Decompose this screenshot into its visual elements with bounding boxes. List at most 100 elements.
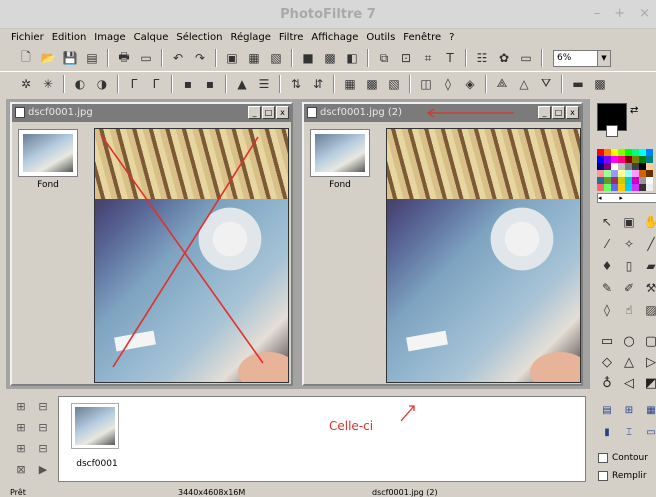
redo-icon[interactable]: ↷ bbox=[189, 48, 211, 68]
palette-swatch[interactable] bbox=[618, 149, 625, 156]
palette-swatch[interactable] bbox=[597, 170, 604, 177]
blur-drop-icon[interactable]: ◊ bbox=[596, 299, 618, 321]
sharpen-icon[interactable]: ▧ bbox=[383, 74, 405, 94]
auto-brightness-icon[interactable]: ⇅ bbox=[285, 74, 307, 94]
swap-colors-icon[interactable]: ⇄ bbox=[630, 105, 638, 116]
palette-swatch[interactable] bbox=[646, 177, 653, 184]
rounded-rect-icon[interactable]: ▢ bbox=[640, 331, 656, 352]
polygon-icon[interactable]: ◁ bbox=[618, 373, 640, 394]
folder-refresh-icon[interactable]: ⊟ bbox=[32, 438, 54, 459]
palette-swatch[interactable] bbox=[646, 170, 653, 177]
window-minimize-button[interactable]: _ bbox=[248, 106, 261, 119]
window-close-button[interactable]: x bbox=[566, 106, 579, 119]
triangle-outline-icon[interactable]: ⛛ bbox=[535, 74, 557, 94]
soften-icon[interactable]: ▩ bbox=[361, 74, 383, 94]
auto-level-icon[interactable]: ✲ bbox=[15, 74, 37, 94]
image-canvas[interactable] bbox=[94, 128, 289, 383]
contrast-minus-icon[interactable]: Γ bbox=[123, 74, 145, 94]
wand-icon[interactable]: ✧ bbox=[618, 233, 640, 255]
undo-icon[interactable]: ↶ bbox=[167, 48, 189, 68]
emboss-icon[interactable]: ⟁ bbox=[491, 74, 513, 94]
palette-swatch[interactable] bbox=[618, 184, 625, 191]
palette-swatch[interactable] bbox=[646, 163, 653, 170]
menu-outils[interactable]: Outils bbox=[366, 32, 395, 43]
option-1-icon[interactable]: ▤ bbox=[596, 399, 618, 421]
hand-icon[interactable]: ✋ bbox=[640, 211, 656, 233]
folder-list-icon[interactable]: ⊟ bbox=[32, 417, 54, 438]
blur-icon[interactable]: ◫ bbox=[415, 74, 437, 94]
image-window-title-bar[interactable]: dscf0001.jpg _ □ x bbox=[12, 104, 291, 122]
palette-swatch[interactable] bbox=[625, 170, 632, 177]
palette-swatch[interactable] bbox=[611, 156, 618, 163]
palette-swatch[interactable] bbox=[625, 177, 632, 184]
select-arrow-icon[interactable]: ↖ bbox=[596, 211, 618, 233]
menu-fichier[interactable]: Fichier bbox=[11, 32, 44, 43]
diamond-icon[interactable]: ◇ bbox=[596, 352, 618, 373]
palette-swatch[interactable] bbox=[632, 163, 639, 170]
magic-wand-icon[interactable]: ▣ bbox=[618, 211, 640, 233]
dust-filter-icon[interactable]: ▦ bbox=[339, 74, 361, 94]
tree-view-icon[interactable]: ⊞ bbox=[10, 396, 32, 417]
image-window-1[interactable]: dscf0001.jpg _ □ x Fond bbox=[10, 102, 293, 386]
option-6-icon[interactable]: ▭ bbox=[640, 421, 656, 443]
palette-swatch[interactable] bbox=[611, 149, 618, 156]
color-palette[interactable] bbox=[597, 149, 656, 191]
palette-swatch[interactable] bbox=[639, 163, 646, 170]
palette-swatch[interactable] bbox=[618, 170, 625, 177]
brightness-minus-icon[interactable]: ◐ bbox=[69, 74, 91, 94]
menu-reglage[interactable]: Réglage bbox=[230, 32, 270, 43]
scanner-icon[interactable]: ▭ bbox=[135, 48, 157, 68]
palette-swatch[interactable] bbox=[604, 163, 611, 170]
remplir-checkbox-box[interactable] bbox=[598, 471, 608, 481]
thumbnail-view-icon[interactable]: ⊠ bbox=[10, 459, 32, 480]
palette-swatch[interactable] bbox=[597, 177, 604, 184]
palette-swatch[interactable] bbox=[632, 177, 639, 184]
palette-swatch[interactable] bbox=[625, 149, 632, 156]
save-icon[interactable]: 💾 bbox=[59, 48, 81, 68]
line-icon[interactable]: ╱ bbox=[640, 233, 656, 255]
minimize-button[interactable]: – bbox=[594, 6, 601, 21]
palette-swatch[interactable] bbox=[611, 177, 618, 184]
eyedropper-icon[interactable]: ⁄ bbox=[596, 233, 618, 255]
option-4-icon[interactable]: ▮ bbox=[596, 421, 618, 443]
drop-plus-icon[interactable]: ◈ bbox=[459, 74, 481, 94]
spray-icon[interactable]: ▯ bbox=[618, 255, 640, 277]
palette-swatch[interactable] bbox=[618, 177, 625, 184]
open-shape-icon[interactable]: ◩ bbox=[640, 373, 656, 394]
menu-fenetre[interactable]: Fenêtre bbox=[403, 32, 441, 43]
text-icon[interactable]: T bbox=[439, 48, 461, 68]
contrast-plus-icon[interactable]: Γ bbox=[145, 74, 167, 94]
triangle-icon[interactable]: △ bbox=[513, 74, 535, 94]
advanced-brush-icon[interactable]: ✐ bbox=[618, 277, 640, 299]
layer-manager-icon[interactable]: ☷ bbox=[471, 48, 493, 68]
palette-swatch[interactable] bbox=[611, 163, 618, 170]
menu-image[interactable]: Image bbox=[94, 32, 125, 43]
palette-swatch[interactable] bbox=[611, 184, 618, 191]
palette-swatch[interactable] bbox=[611, 170, 618, 177]
palette-swatch[interactable] bbox=[625, 163, 632, 170]
palette-swatch[interactable] bbox=[604, 184, 611, 191]
frame-icon[interactable]: ▬ bbox=[567, 74, 589, 94]
palette-swatch[interactable] bbox=[639, 149, 646, 156]
play-icon[interactable]: ▶ bbox=[32, 459, 54, 480]
palette-swatch[interactable] bbox=[639, 184, 646, 191]
palette-swatch[interactable] bbox=[625, 184, 632, 191]
palette-swatch[interactable] bbox=[597, 149, 604, 156]
palette-swatch[interactable] bbox=[639, 156, 646, 163]
fullscreen-icon[interactable]: ▭ bbox=[515, 48, 537, 68]
gamma-icon[interactable]: ▲ bbox=[231, 74, 253, 94]
layer-thumbnail[interactable] bbox=[18, 129, 78, 177]
palette-scrollbar[interactable]: ◂ ▸ bbox=[597, 193, 656, 203]
lasso-icon[interactable]: ♁ bbox=[596, 373, 618, 394]
auto-contrast-icon[interactable]: ✳ bbox=[37, 74, 59, 94]
play-shape-icon[interactable]: ▷ bbox=[640, 352, 656, 373]
palette-swatch[interactable] bbox=[646, 149, 653, 156]
menu-filtre[interactable]: Filtre bbox=[279, 32, 304, 43]
window-maximize-button[interactable]: □ bbox=[262, 106, 275, 119]
rectangle-icon[interactable]: ▭ bbox=[596, 331, 618, 352]
save-as-icon[interactable]: ▤ bbox=[81, 48, 103, 68]
folder-up-icon[interactable]: ⊞ bbox=[10, 438, 32, 459]
paint-bucket-icon[interactable]: ♦ bbox=[596, 255, 618, 277]
option-5-icon[interactable]: ⌶ bbox=[618, 421, 640, 443]
ellipse-icon[interactable]: ○ bbox=[618, 331, 640, 352]
